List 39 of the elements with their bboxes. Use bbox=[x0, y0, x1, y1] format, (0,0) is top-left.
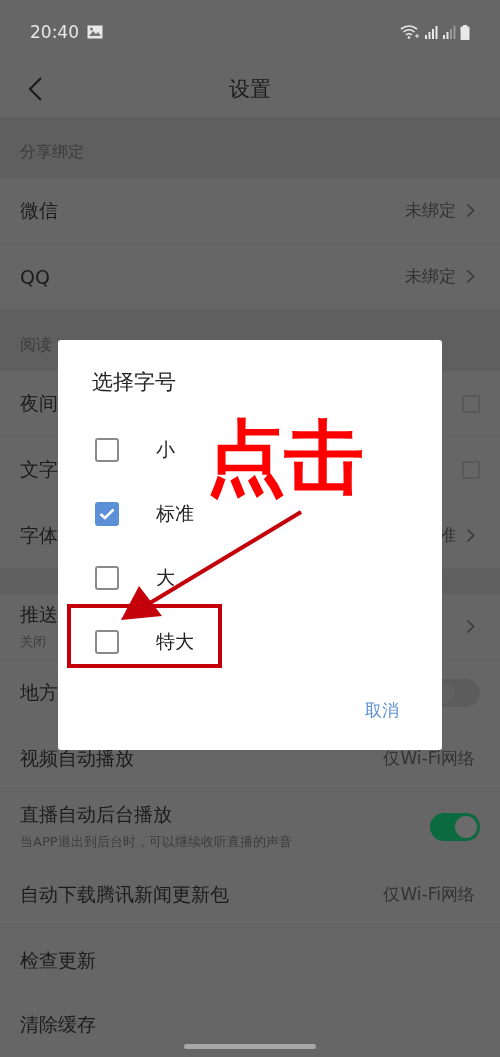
chevron-icon bbox=[466, 203, 475, 218]
page-title: 设置 bbox=[229, 75, 271, 103]
back-icon[interactable] bbox=[26, 76, 44, 102]
toggle-switch[interactable] bbox=[430, 812, 480, 841]
chevron-icon bbox=[466, 269, 475, 284]
clock-time: 20:40 bbox=[30, 22, 79, 42]
setting-label: 直播自动后台播放 bbox=[20, 802, 173, 827]
wifi-icon bbox=[400, 25, 420, 39]
setting-label: 清除缓存 bbox=[20, 1011, 96, 1037]
setting-label: 夜间 bbox=[20, 390, 58, 416]
chevron-icon bbox=[466, 528, 475, 543]
option-label[interactable]: 小 bbox=[156, 437, 175, 463]
annotation-text: 点击 bbox=[206, 418, 362, 498]
setting-label: 文字 bbox=[20, 456, 58, 482]
setting-label: 推送 bbox=[20, 602, 58, 627]
setting-label: 视频自动播放 bbox=[20, 745, 134, 771]
setting-label: 检查更新 bbox=[20, 947, 96, 973]
setting-label: 字体 bbox=[20, 522, 58, 548]
setting-label: 地方 bbox=[20, 679, 58, 705]
settings-row[interactable]: 清除缓存 bbox=[0, 994, 500, 1055]
setting-label: 微信 bbox=[20, 197, 58, 223]
battery-icon bbox=[460, 24, 470, 40]
dialog-title: 选择字号 bbox=[92, 369, 177, 396]
signal-icon bbox=[424, 25, 438, 39]
option-label[interactable]: 大 bbox=[156, 565, 175, 591]
cancel-button[interactable]: 取消 bbox=[365, 699, 399, 722]
settings-row[interactable]: 检查更新 bbox=[0, 928, 500, 994]
chevron-icon bbox=[466, 619, 475, 634]
setting-label: 自动下载腾讯新闻更新包 bbox=[20, 881, 229, 907]
checkbox[interactable] bbox=[95, 630, 119, 654]
signal-icon bbox=[442, 25, 456, 39]
option-label[interactable]: 特大 bbox=[156, 629, 194, 655]
checkbox[interactable] bbox=[95, 438, 119, 462]
checkbox[interactable] bbox=[95, 566, 119, 590]
option-label[interactable]: 标准 bbox=[156, 501, 194, 527]
setting-label: QQ bbox=[20, 265, 50, 288]
gallery-icon bbox=[87, 25, 103, 39]
check-icon bbox=[99, 508, 115, 520]
checkbox[interactable] bbox=[95, 502, 119, 526]
